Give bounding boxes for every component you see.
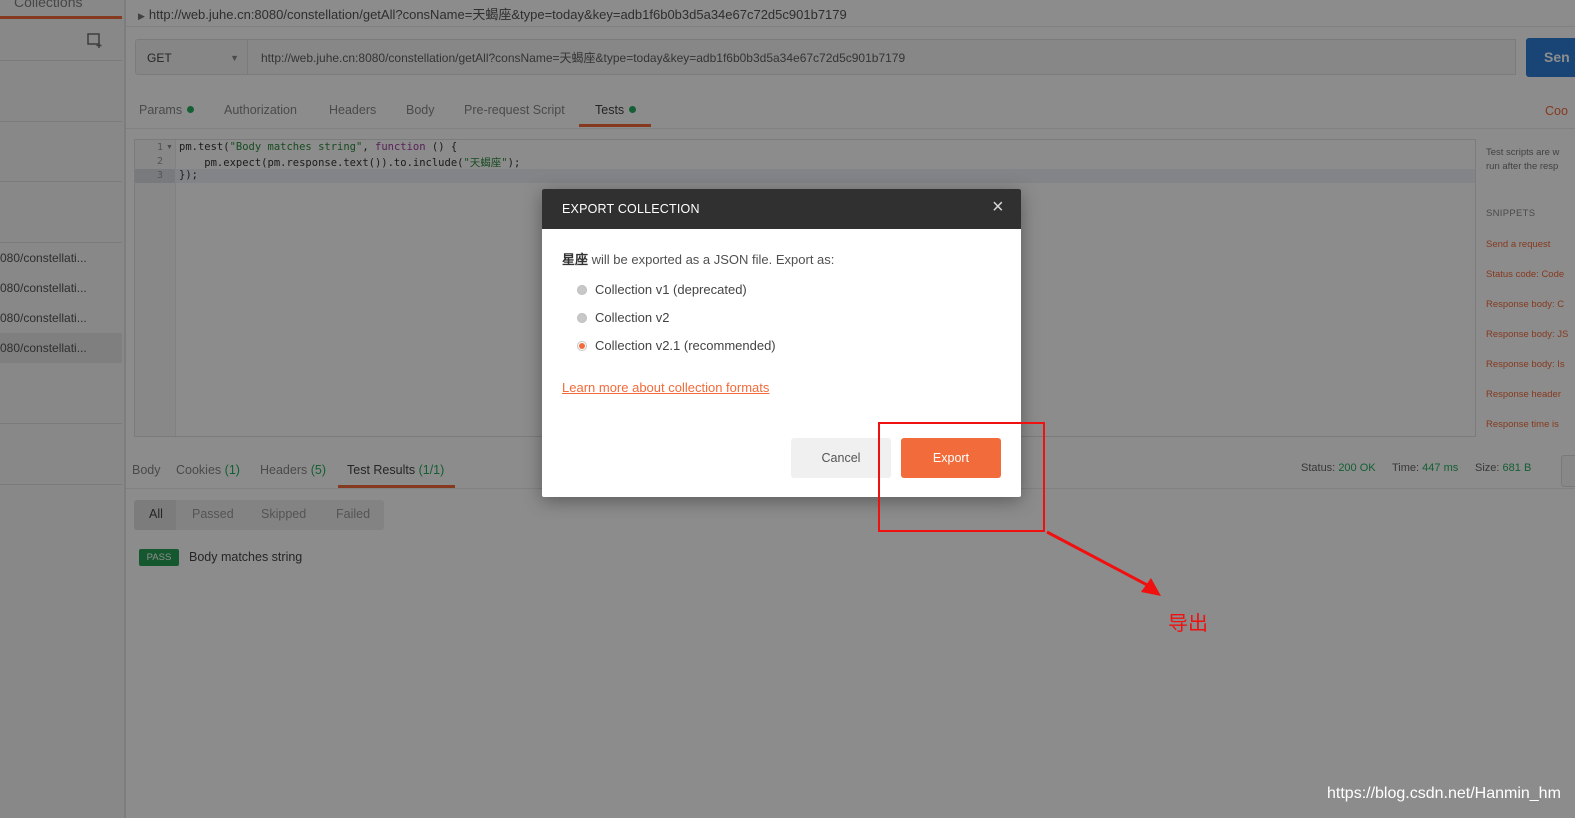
annotation-highlight-box [878, 422, 1045, 532]
learn-more-link[interactable]: Learn more about collection formats [562, 380, 769, 395]
close-icon[interactable]: × [992, 197, 1004, 217]
radio-selected-icon [577, 341, 587, 351]
dialog-header: EXPORT COLLECTION × [542, 189, 1021, 229]
radio-collection-v2-1[interactable]: Collection v2.1 (recommended) [577, 338, 776, 356]
cancel-button[interactable]: Cancel [791, 438, 891, 478]
watermark: https://blog.csdn.net/Hanmin_hm [1327, 785, 1561, 802]
radio-collection-v2[interactable]: Collection v2 [577, 310, 669, 328]
radio-icon [577, 313, 587, 323]
annotation-arrow-icon [1046, 530, 1161, 596]
collection-name: 星座 [562, 252, 589, 267]
dialog-title: EXPORT COLLECTION [562, 202, 700, 216]
radio-icon [577, 285, 587, 295]
dialog-description: 星座 will be exported as a JSON file. Expo… [562, 252, 835, 267]
annotation-label: 导出 [1168, 613, 1208, 635]
radio-collection-v1[interactable]: Collection v1 (deprecated) [577, 282, 747, 300]
